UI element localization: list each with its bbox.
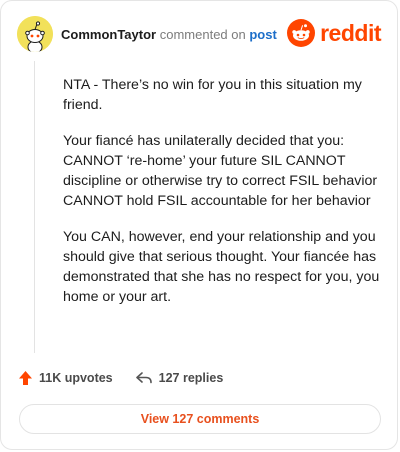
comment-card: CommonTaytor commented on post reddit NT… xyxy=(0,0,398,450)
reddit-wordmark: reddit xyxy=(320,20,381,46)
snoo-avatar-icon[interactable] xyxy=(17,16,53,52)
comment-actions: 11K upvotes 127 replies xyxy=(18,370,223,386)
reddit-brand[interactable]: reddit xyxy=(287,19,381,47)
reply-arrow-icon xyxy=(135,371,153,385)
comment-paragraph: NTA - There’s no win for you in this sit… xyxy=(63,77,362,113)
comment-meta: CommonTaytor commented on post xyxy=(61,27,277,42)
comment-header: CommonTaytor commented on post xyxy=(17,15,277,53)
reddit-logo-icon xyxy=(287,19,316,47)
reply-button[interactable]: 127 replies xyxy=(135,371,224,385)
upvote-count: 11K upvotes xyxy=(39,371,113,385)
comment-body: NTA - There’s no win for you in this sit… xyxy=(63,75,381,323)
comment-paragraph: Your fiancé has unilaterally decided tha… xyxy=(63,133,378,209)
comment-paragraph: You CAN, however, end your relationship … xyxy=(63,229,380,305)
post-link[interactable]: post xyxy=(249,27,276,42)
upvote-button[interactable]: 11K upvotes xyxy=(18,370,113,386)
thread-line[interactable] xyxy=(34,61,35,353)
reply-count: 127 replies xyxy=(158,371,224,385)
upvote-arrow-icon xyxy=(18,370,33,386)
commented-on-label: commented on xyxy=(159,26,246,42)
view-comments-button[interactable]: View 127 comments xyxy=(19,404,381,434)
username-link[interactable]: CommonTaytor xyxy=(61,27,156,42)
